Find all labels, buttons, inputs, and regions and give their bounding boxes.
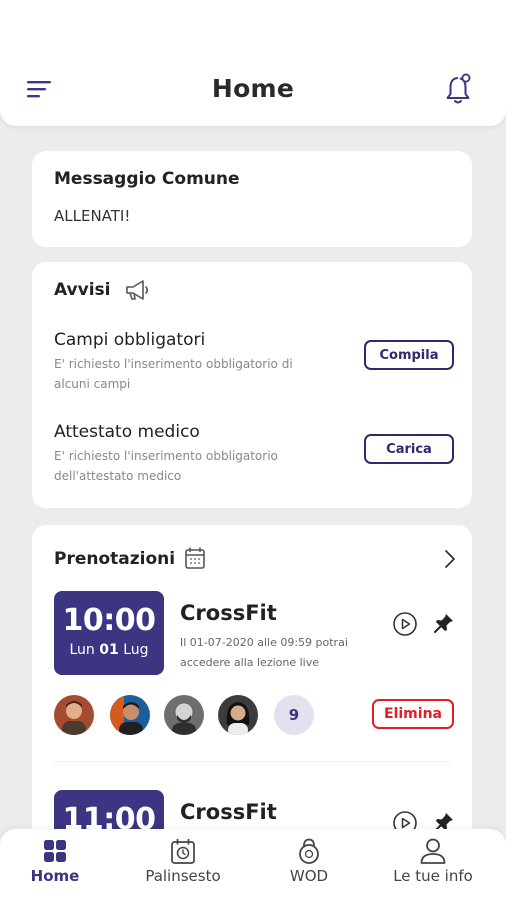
booking-class-name: CrossFit bbox=[180, 800, 277, 824]
home-grid-icon bbox=[44, 840, 66, 862]
bookings-heading: Prenotazioni bbox=[54, 549, 176, 569]
user-profile-icon bbox=[420, 838, 446, 864]
tab-your-info[interactable]: Le tue info bbox=[370, 829, 496, 900]
tab-label: Le tue info bbox=[393, 867, 473, 885]
booking-date: Lun 01 Lug bbox=[69, 642, 149, 658]
tab-label: WOD bbox=[289, 867, 329, 885]
booking-class-name: CrossFit bbox=[180, 601, 277, 625]
tab-label: Home bbox=[30, 867, 80, 885]
common-message-heading: Messaggio Comune bbox=[54, 169, 240, 189]
common-message-text: ALLENATI! bbox=[54, 207, 131, 225]
notice-description: E' richiesto l'inserimento obbligatorio … bbox=[54, 449, 278, 483]
notice-required-fields: Campi obbligatori E' richiesto l'inserim… bbox=[54, 330, 454, 400]
avatar bbox=[218, 695, 258, 735]
tab-schedule[interactable]: Palinsesto bbox=[120, 829, 246, 900]
tab-label: Palinsesto bbox=[145, 867, 221, 885]
schedule-calendar-icon bbox=[171, 839, 195, 864]
notice-description: E' richiesto l'inserimento obbligatorio … bbox=[54, 357, 293, 391]
booking-divider bbox=[54, 761, 450, 762]
avatar bbox=[110, 695, 150, 735]
avatar bbox=[164, 695, 204, 735]
upload-button[interactable]: Carica bbox=[364, 434, 454, 464]
tab-home[interactable]: Home bbox=[0, 829, 118, 900]
more-participants-badge[interactable]: 9 bbox=[274, 695, 314, 735]
bell-icon[interactable] bbox=[444, 72, 474, 106]
play-live-icon[interactable] bbox=[392, 611, 418, 637]
notice-medical-certificate: Attestato medico E' richiesto l'inserime… bbox=[54, 422, 454, 492]
top-header: Home bbox=[0, 0, 506, 126]
chevron-right-icon[interactable] bbox=[442, 547, 458, 571]
kettlebell-icon bbox=[299, 838, 319, 864]
bottom-tab-bar: Home Palinsesto WOD Le tue info bbox=[0, 829, 506, 900]
common-message-card: Messaggio Comune ALLENATI! bbox=[32, 151, 472, 247]
booking-item[interactable]: 10:00 Lun 01 Lug CrossFit Il 01-07-2020 … bbox=[54, 591, 458, 741]
delete-booking-button[interactable]: Elimina bbox=[372, 699, 454, 729]
participants-avatars: 9 bbox=[54, 695, 354, 735]
pin-icon[interactable] bbox=[432, 611, 456, 635]
calendar-icon bbox=[185, 547, 205, 569]
notices-heading: Avvisi bbox=[54, 280, 111, 300]
booking-info: Il 01-07-2020 alle 09:59 potrai accedere… bbox=[180, 636, 348, 669]
megaphone-icon bbox=[126, 280, 149, 300]
page-title: Home bbox=[211, 74, 295, 103]
booking-time: 10:00 bbox=[62, 603, 157, 638]
booking-time-box: 10:00 Lun 01 Lug bbox=[54, 591, 164, 675]
tab-wod[interactable]: WOD bbox=[246, 829, 372, 900]
fill-in-button[interactable]: Compila bbox=[364, 340, 454, 370]
notices-card: Avvisi Campi obbligatori E' richiesto l'… bbox=[32, 262, 472, 508]
avatar bbox=[54, 695, 94, 735]
